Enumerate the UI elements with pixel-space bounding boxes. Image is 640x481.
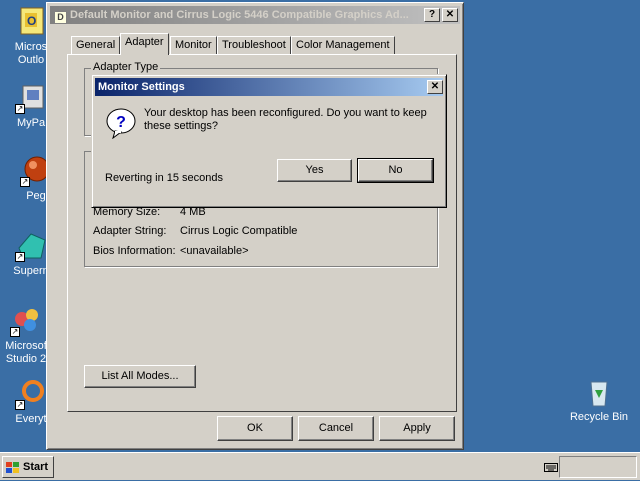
recycle-bin-icon <box>583 376 615 408</box>
dialog-close-button[interactable]: ✕ <box>427 80 443 94</box>
visual-studio-icon: ↗ <box>10 305 42 337</box>
yes-button[interactable]: Yes <box>277 159 352 182</box>
window-close-button[interactable]: ✕ <box>442 8 458 22</box>
shortcut-arrow-icon: ↗ <box>15 104 25 114</box>
outlook-icon: O <box>15 6 47 38</box>
bios-information-label: Bios Information: <box>93 245 176 257</box>
desktop-icon-label: Recycle Bin <box>569 411 629 423</box>
display-properties-window: D Default Monitor and Cirrus Logic 5446 C… <box>46 2 464 450</box>
adapter-string-label: Adapter String: <box>93 225 167 237</box>
list-all-modes-button[interactable]: List All Modes... <box>84 365 196 388</box>
keyboard-icon[interactable] <box>544 461 558 473</box>
dialog-titlebar[interactable]: Monitor Settings <box>95 78 443 96</box>
desktop-icon-recycle-bin[interactable]: Recycle Bin <box>560 376 638 424</box>
shortcut-arrow-icon: ↗ <box>15 252 25 262</box>
question-icon: ? <box>105 107 137 140</box>
my-documents-icon: ↗ <box>15 82 47 114</box>
ok-button[interactable]: OK <box>217 416 293 441</box>
taskbar: Start <box>0 452 640 480</box>
start-label: Start <box>23 461 49 473</box>
no-button[interactable]: No <box>357 158 434 183</box>
svg-text:O: O <box>27 14 36 28</box>
adapter-type-label: Adapter Type <box>91 61 161 73</box>
bios-information-row: Bios Information: <unavailable> <box>93 245 249 257</box>
window-titlebar[interactable]: D Default Monitor and Cirrus Logic 5446 C… <box>50 6 460 24</box>
apply-button[interactable]: Apply <box>379 416 455 441</box>
display-icon: D <box>54 11 67 24</box>
tab-general[interactable]: General <box>71 36 121 55</box>
shortcut-arrow-icon: ↗ <box>10 327 20 337</box>
adapter-string-row: Adapter String: Cirrus Logic Compatible <box>93 225 297 237</box>
adapter-string-value: Cirrus Logic Compatible <box>180 225 298 237</box>
dialog-title: Monitor Settings <box>98 81 185 93</box>
windows-logo-icon <box>6 461 20 473</box>
everything-icon: ↗ <box>15 378 47 410</box>
shortcut-arrow-icon: ↗ <box>20 177 30 187</box>
monitor-settings-dialog: Monitor Settings ✕ ? Your desktop has be… <box>91 74 447 208</box>
tab-color-management[interactable]: Color Management <box>291 36 395 55</box>
start-button[interactable]: Start <box>2 456 54 478</box>
window-title: Default Monitor and Cirrus Logic 5446 Co… <box>70 9 409 21</box>
system-tray <box>559 456 637 478</box>
dialog-message: Your desktop has been reconfigured. Do y… <box>144 107 427 132</box>
shortcut-arrow-icon: ↗ <box>15 400 25 410</box>
countdown-text: Reverting in 15 seconds <box>105 172 224 184</box>
cancel-button[interactable]: Cancel <box>298 416 374 441</box>
tab-adapter[interactable]: Adapter <box>120 33 169 55</box>
help-button[interactable]: ? <box>424 8 440 22</box>
supernova-icon: ↗ <box>15 230 47 262</box>
tab-monitor[interactable]: Monitor <box>170 36 217 55</box>
svg-text:?: ? <box>116 114 126 131</box>
tab-troubleshoot[interactable]: Troubleshoot <box>217 36 291 55</box>
bios-information-value: <unavailable> <box>180 245 249 257</box>
